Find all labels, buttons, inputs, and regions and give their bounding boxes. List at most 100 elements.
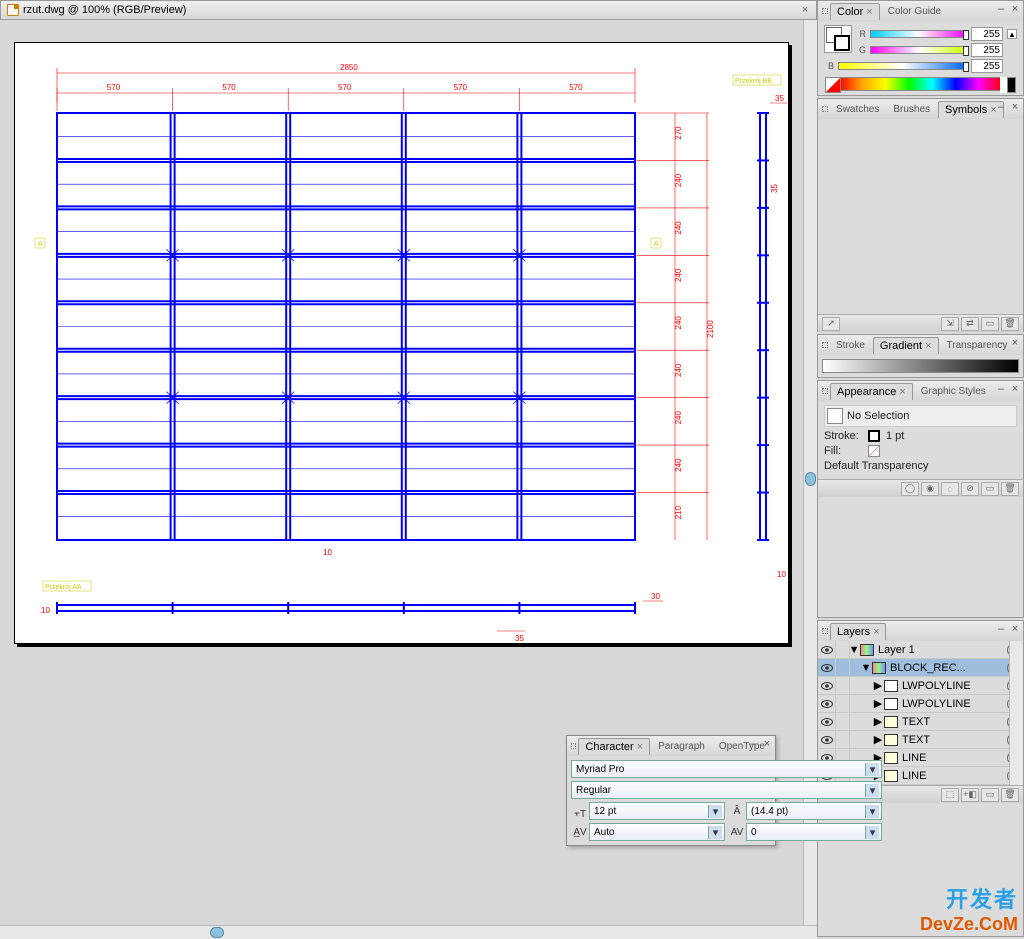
lock-toggle[interactable] — [836, 695, 850, 713]
color-slider-b[interactable] — [838, 62, 967, 70]
delete-layer-button[interactable]: 🗑 — [1001, 788, 1019, 802]
layer-row[interactable]: ▶ TEXT — [818, 731, 1023, 749]
layers-scrollbar[interactable] — [1009, 641, 1023, 785]
symbol-options-button[interactable]: ⇄ — [961, 317, 979, 331]
disclosure-triangle-icon[interactable]: ▶ — [874, 736, 882, 744]
close-icon[interactable]: × — [1009, 383, 1021, 395]
close-icon[interactable]: × — [798, 3, 812, 17]
scroll-thumb[interactable] — [210, 927, 224, 938]
appearance-fill-row[interactable]: Fill: — [824, 445, 1017, 457]
character-panel[interactable]: Character× Paragraph OpenType – × ▾ ▾ ᠇T… — [566, 735, 776, 846]
out-of-gamut-icon[interactable]: ▲ — [1007, 29, 1017, 39]
visibility-toggle[interactable] — [818, 713, 836, 731]
clear-button[interactable]: ⊘ — [961, 482, 979, 496]
layer-name[interactable]: LWPOLYLINE — [902, 698, 1003, 710]
tab-graphic-styles[interactable]: Graphic Styles — [915, 384, 992, 399]
delete-symbol-button[interactable]: 🗑 — [1001, 317, 1019, 331]
color-spectrum[interactable] — [838, 77, 1003, 91]
scroll-thumb[interactable] — [805, 472, 816, 486]
tab-character[interactable]: Character× — [578, 738, 650, 755]
layer-name[interactable]: TEXT — [902, 716, 1003, 728]
new-stroke-button[interactable]: ◉ — [921, 482, 939, 496]
visibility-toggle[interactable] — [818, 677, 836, 695]
tab-swatches[interactable]: Swatches — [830, 102, 885, 117]
grip-icon[interactable] — [571, 743, 576, 749]
layer-name[interactable]: TEXT — [902, 734, 1003, 746]
minimize-icon[interactable]: – — [995, 383, 1007, 395]
grip-icon[interactable] — [822, 342, 828, 348]
delete-button[interactable]: 🗑 — [1001, 482, 1019, 496]
close-icon[interactable]: × — [1009, 3, 1021, 15]
layer-name[interactable]: BLOCK_REC... — [890, 662, 1003, 674]
grip-icon[interactable] — [822, 8, 828, 14]
grip-icon[interactable] — [822, 388, 828, 394]
layer-color-swatch[interactable] — [884, 716, 898, 728]
new-fill-button[interactable]: ◯ — [901, 482, 919, 496]
font-size-select[interactable]: ▾ — [589, 802, 725, 820]
tab-symbols[interactable]: Symbols× — [938, 101, 1004, 118]
layer-name[interactable]: Layer 1 — [878, 644, 1003, 656]
layer-color-swatch[interactable] — [884, 680, 898, 692]
visibility-toggle[interactable] — [818, 731, 836, 749]
horizontal-scrollbar[interactable] — [0, 925, 817, 939]
grip-icon[interactable] — [822, 628, 828, 634]
layer-color-swatch[interactable] — [884, 770, 898, 782]
layer-color-swatch[interactable] — [884, 734, 898, 746]
symbols-empty-area[interactable] — [818, 119, 1023, 314]
new-layer-button[interactable]: ▭ — [981, 788, 999, 802]
layer-row[interactable]: ▶ TEXT — [818, 713, 1023, 731]
place-symbol-button[interactable]: ↗ — [822, 317, 840, 331]
minimize-icon[interactable]: – — [995, 337, 1007, 349]
font-family-select[interactable]: ▾ — [571, 760, 882, 778]
tab-brushes[interactable]: Brushes — [887, 102, 936, 117]
appearance-stroke-row[interactable]: Stroke: 1 pt — [824, 430, 1017, 442]
disclosure-triangle-icon[interactable]: ▶ — [874, 718, 882, 726]
stroke-swatch-icon[interactable] — [868, 430, 880, 442]
duplicate-button[interactable]: ▭ — [981, 482, 999, 496]
minimize-icon[interactable]: – — [995, 623, 1007, 635]
tab-stroke[interactable]: Stroke — [830, 338, 871, 353]
lock-toggle[interactable] — [836, 659, 850, 677]
new-symbol-button[interactable]: ▭ — [981, 317, 999, 331]
tab-color-guide[interactable]: Color Guide — [882, 4, 947, 19]
tracking-select[interactable]: ▾ — [746, 823, 882, 841]
layer-row[interactable]: ▼ BLOCK_REC... — [818, 659, 1023, 677]
appearance-transparency-row[interactable]: Default Transparency — [824, 460, 1017, 472]
color-value-r[interactable] — [971, 27, 1003, 41]
close-icon[interactable]: × — [1009, 101, 1021, 113]
visibility-toggle[interactable] — [818, 641, 836, 659]
lock-toggle[interactable] — [836, 731, 850, 749]
make-clipping-button[interactable]: ⬚ — [941, 788, 959, 802]
layer-name[interactable]: LINE — [902, 752, 1003, 764]
leading-select[interactable]: ▾ — [746, 802, 882, 820]
visibility-toggle[interactable] — [818, 695, 836, 713]
close-icon[interactable]: × — [1009, 337, 1021, 349]
disclosure-triangle-icon[interactable]: ▶ — [874, 682, 882, 690]
disclosure-triangle-icon[interactable]: ▼ — [862, 664, 870, 672]
layer-color-swatch[interactable] — [860, 644, 874, 656]
layer-name[interactable]: LINE — [902, 770, 1003, 782]
layer-row[interactable]: ▶ LWPOLYLINE — [818, 695, 1023, 713]
grip-icon[interactable] — [822, 106, 828, 112]
lock-toggle[interactable] — [836, 713, 850, 731]
lock-toggle[interactable] — [836, 677, 850, 695]
close-icon[interactable]: × — [761, 738, 773, 750]
disclosure-triangle-icon[interactable]: ▼ — [850, 646, 858, 654]
fill-swatch-icon[interactable] — [868, 445, 880, 457]
tab-layers[interactable]: Layers× — [830, 623, 886, 640]
minimize-icon[interactable]: – — [995, 3, 1007, 15]
layer-color-swatch[interactable] — [884, 698, 898, 710]
font-style-select[interactable]: ▾ — [571, 781, 882, 799]
close-icon[interactable]: × — [1009, 623, 1021, 635]
tab-gradient[interactable]: Gradient× — [873, 337, 939, 354]
layer-color-swatch[interactable] — [872, 662, 886, 674]
visibility-toggle[interactable] — [818, 659, 836, 677]
tab-appearance[interactable]: Appearance× — [830, 383, 913, 400]
document-tab[interactable]: rzut.dwg @ 100% (RGB/Preview) × — [0, 0, 817, 20]
new-sublayer-button[interactable]: +◧ — [961, 788, 979, 802]
kerning-select[interactable]: ▾ — [589, 823, 725, 841]
stroke-swatch[interactable] — [834, 35, 850, 51]
tab-paragraph[interactable]: Paragraph — [652, 739, 711, 754]
layer-row[interactable]: ▼ Layer 1 — [818, 641, 1023, 659]
new-effect-button[interactable]: ◌ — [941, 482, 959, 496]
